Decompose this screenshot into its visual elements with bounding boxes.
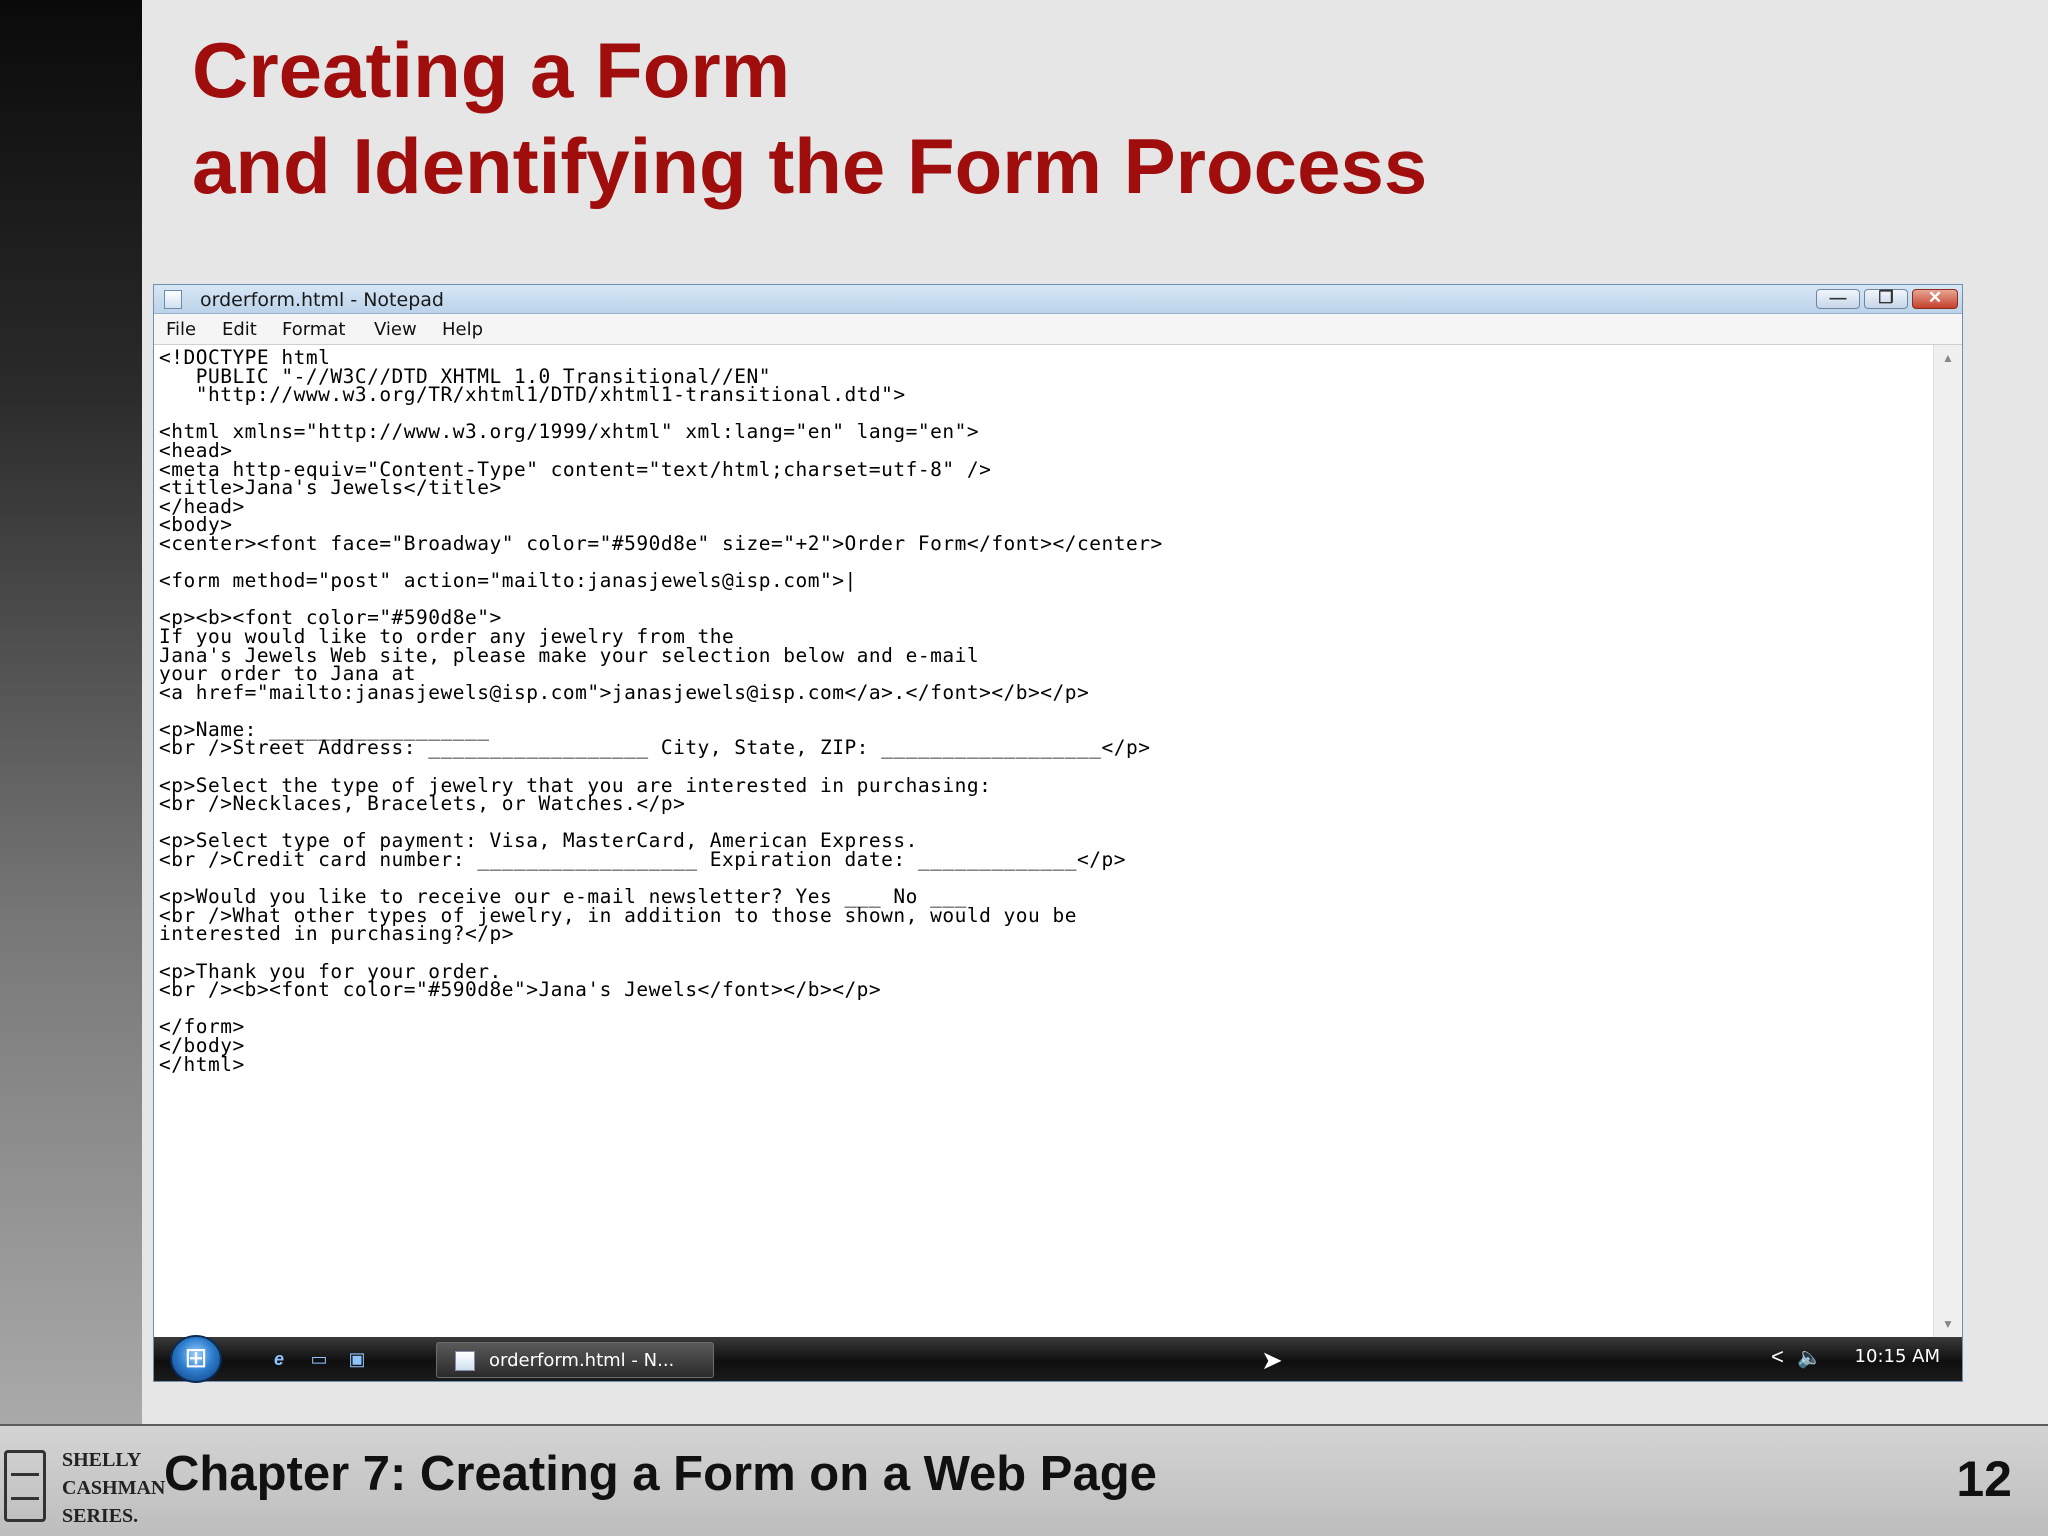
minimize-button[interactable]: — xyxy=(1816,288,1860,309)
slide-title: Creating a Form and Identifying the Form… xyxy=(192,22,1427,214)
start-button[interactable]: ⊞ xyxy=(170,1335,222,1383)
volume-icon[interactable]: 🔈 xyxy=(1797,1345,1822,1370)
logo-words: SHELLY CASHMAN SERIES. xyxy=(62,1446,165,1530)
maximize-icon: ❐ xyxy=(1878,288,1894,307)
tray-expand-icon[interactable]: < xyxy=(1771,1344,1784,1370)
mouse-cursor-icon: ➤ xyxy=(1261,1345,1283,1375)
system-clock[interactable]: 10:15 AM xyxy=(1855,1346,1940,1367)
left-decorative-stripe xyxy=(0,0,142,1536)
logo-mark xyxy=(4,1450,46,1522)
menu-view[interactable]: View xyxy=(374,319,417,340)
windows-logo-icon: ⊞ xyxy=(184,1342,208,1373)
scroll-down-icon[interactable]: ▼ xyxy=(1934,1317,1962,1331)
notepad-icon xyxy=(164,290,182,309)
close-button[interactable]: ✕ xyxy=(1912,288,1958,309)
scroll-up-icon[interactable]: ▲ xyxy=(1934,351,1962,365)
minimize-icon: — xyxy=(1829,288,1847,307)
menu-file[interactable]: File xyxy=(166,319,196,340)
vertical-scrollbar[interactable]: ▲ ▼ xyxy=(1933,345,1962,1337)
switch-windows-icon[interactable]: ▣ xyxy=(344,1349,370,1371)
slide-title-line-2: and Identifying the Form Process xyxy=(192,122,1428,210)
logo-word-3: SERIES. xyxy=(62,1505,139,1527)
show-desktop-icon[interactable]: ▭ xyxy=(306,1349,332,1371)
logo-word-2: CASHMAN xyxy=(62,1477,166,1499)
taskbar-notepad-label: orderform.html - N... xyxy=(489,1350,675,1371)
taskbar-notepad-button[interactable]: orderform.html - N... xyxy=(436,1342,714,1378)
window-titlebar[interactable]: orderform.html - Notepad — ❐ ✕ xyxy=(154,285,1962,314)
internet-explorer-icon[interactable]: e xyxy=(266,1349,292,1371)
maximize-button[interactable]: ❐ xyxy=(1864,288,1908,309)
slide-footer: SHELLY CASHMAN SERIES. Chapter 7: Creati… xyxy=(0,1424,2048,1536)
close-icon: ✕ xyxy=(1927,288,1943,307)
shelly-cashman-logo: SHELLY CASHMAN SERIES. xyxy=(0,1442,165,1536)
page-number: 12 xyxy=(1956,1451,2012,1507)
notepad-task-icon xyxy=(455,1351,475,1371)
chapter-title: Chapter 7: Creating a Form on a Web Page xyxy=(164,1447,1157,1501)
logo-word-1: SHELLY xyxy=(62,1449,142,1471)
window-title: orderform.html - Notepad xyxy=(200,289,444,311)
editor-content[interactable]: <!DOCTYPE html PUBLIC "-//W3C//DTD XHTML… xyxy=(154,345,1934,1074)
slide-title-line-1: Creating a Form xyxy=(192,26,791,114)
menu-help[interactable]: Help xyxy=(442,319,483,340)
taskbar: ⊞ e ▭ ▣ orderform.html - N... ➤ < 🔈 10:1… xyxy=(154,1335,1962,1383)
menu-edit[interactable]: Edit xyxy=(222,319,257,340)
notepad-window: orderform.html - Notepad — ❐ ✕ File Edit… xyxy=(153,284,1963,1383)
menu-bar: File Edit Format View Help xyxy=(154,314,1962,345)
menu-format[interactable]: Format xyxy=(282,319,345,340)
text-editor-area[interactable]: <!DOCTYPE html PUBLIC "-//W3C//DTD XHTML… xyxy=(154,345,1934,1337)
